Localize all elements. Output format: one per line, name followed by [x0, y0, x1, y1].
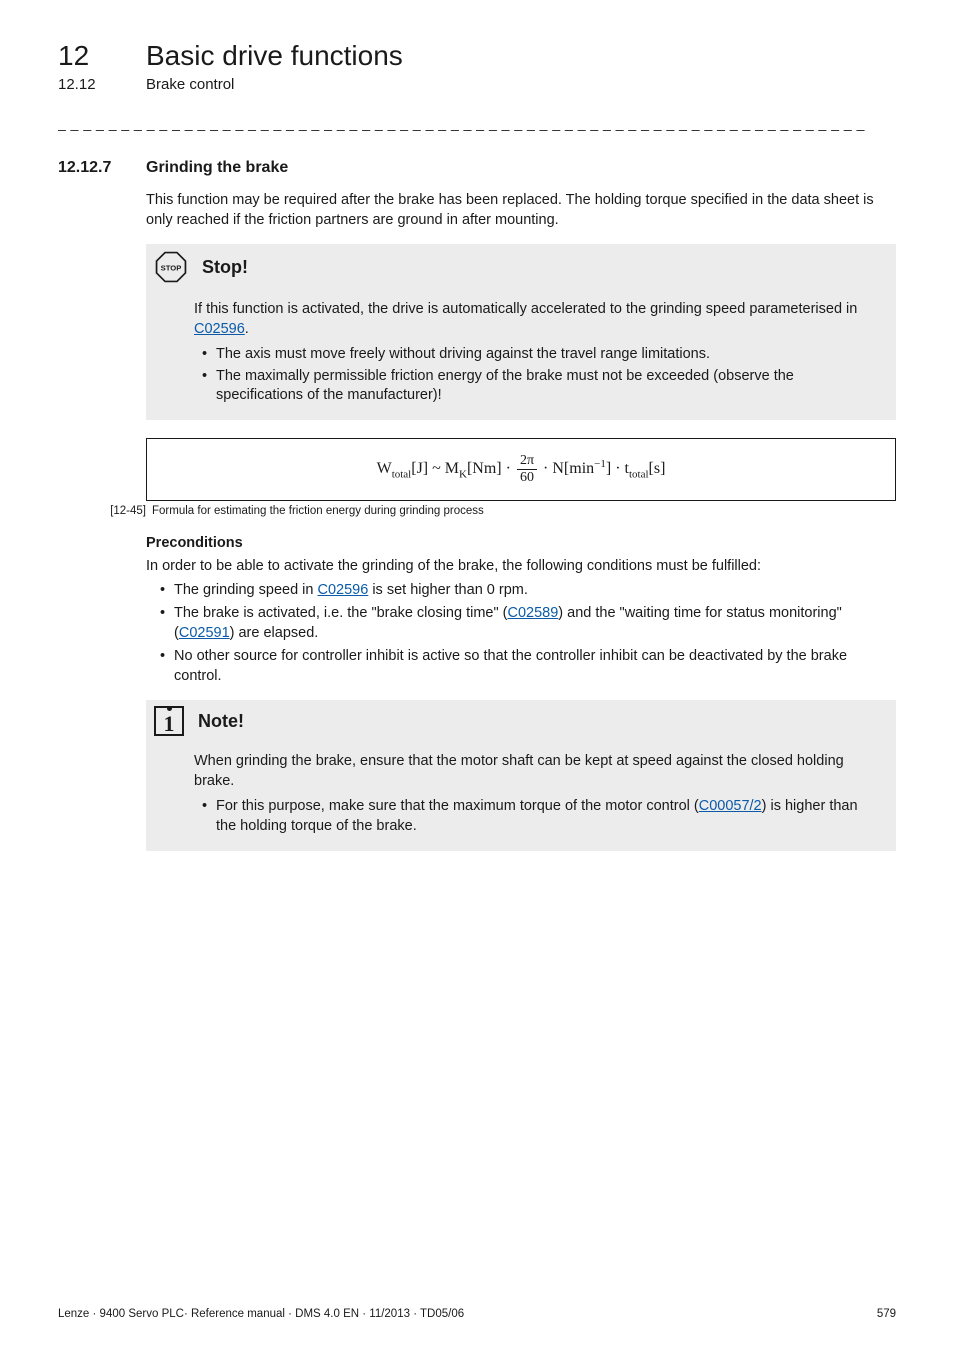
link-c00057-2[interactable]: C00057/2 [699, 798, 762, 814]
info-icon: 1 [154, 706, 184, 736]
formula-caption-tag: [12-45] [58, 505, 152, 517]
link-c02596[interactable]: C02596 [318, 582, 369, 598]
list-item: The grinding speed in C02596 is set high… [162, 581, 896, 601]
formula-box: Wtotal[J] ~ MK[Nm] · 2π60 · N[min−1] · t… [146, 438, 896, 501]
preconditions-lead: In order to be able to activate the grin… [146, 557, 896, 577]
stop-list-item: The maximally permissible friction energ… [206, 367, 880, 406]
stop-callout: STOP Stop! If this function is activated… [146, 244, 896, 420]
subsection-number: 12.12.7 [58, 159, 124, 177]
stop-title: Stop! [202, 257, 248, 278]
stop-body-text: If this function is activated, the drive… [194, 301, 857, 317]
footer-left: Lenze · 9400 Servo PLC· Reference manual… [58, 1308, 464, 1320]
chapter-title: Basic drive functions [146, 40, 403, 72]
intro-paragraph: This function may be required after the … [146, 191, 896, 230]
preconditions-heading: Preconditions [146, 535, 896, 551]
divider: _ _ _ _ _ _ _ _ _ _ _ _ _ _ _ _ _ _ _ _ … [58, 115, 896, 131]
section-title: Brake control [146, 76, 234, 93]
link-c02596[interactable]: C02596 [194, 321, 245, 337]
note-title: Note! [198, 711, 244, 732]
formula-caption-text: Formula for estimating the friction ener… [152, 505, 484, 517]
page-number: 579 [877, 1308, 896, 1320]
section-number: 12.12 [58, 76, 118, 93]
note-list-item: For this purpose, make sure that the max… [206, 797, 880, 836]
chapter-number: 12 [58, 40, 118, 72]
svg-text:STOP: STOP [161, 264, 182, 273]
note-callout: 1 Note! When grinding the brake, ensure … [146, 700, 896, 850]
list-item: No other source for controller inhibit i… [162, 647, 896, 686]
link-c02589[interactable]: C02589 [507, 605, 558, 621]
list-item: The brake is activated, i.e. the "brake … [162, 604, 896, 643]
subsection-title: Grinding the brake [146, 159, 288, 177]
link-c02591[interactable]: C02591 [179, 625, 230, 641]
stop-list-item: The axis must move freely without drivin… [206, 345, 880, 365]
stop-icon: STOP [154, 250, 188, 284]
note-body-text: When grinding the brake, ensure that the… [194, 752, 880, 791]
